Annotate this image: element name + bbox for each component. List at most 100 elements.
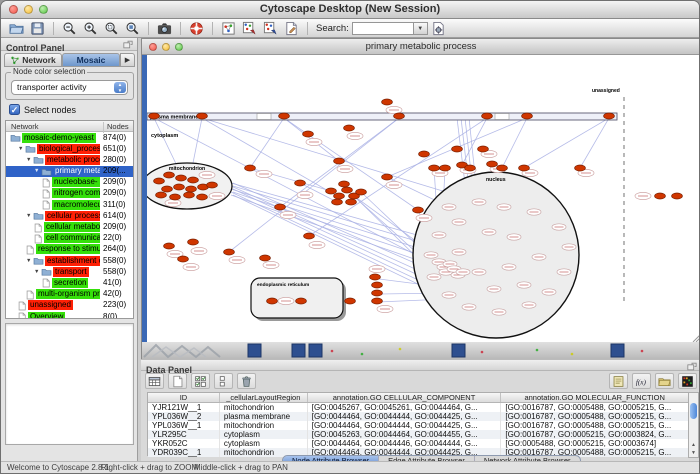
network-window-titlebar[interactable]: primary metabolic process: [142, 39, 700, 55]
tree-row-count: 558(0): [103, 267, 126, 277]
scroll-up-icon[interactable]: ▲: [689, 441, 698, 449]
function-builder-icon[interactable]: f(x): [632, 373, 651, 389]
annotate-selection-icon[interactable]: [260, 20, 281, 37]
expand-arrow-icon[interactable]: ▼: [26, 213, 31, 219]
table-row[interactable]: YLR295Ccytoplasm[GO:0045263, GO:0044464,…: [148, 430, 688, 439]
birds-eye-view[interactable]: [5, 323, 134, 445]
tree-header[interactable]: Network Nodes: [6, 121, 133, 132]
table-scrollbar[interactable]: ▲ ▼: [688, 392, 699, 458]
tab-label: Network: [22, 55, 56, 65]
tree-row-count: 311(0): [103, 200, 126, 210]
network-canvas[interactable]: plasma membranecytoplasmmitochondrionnuc…: [147, 55, 700, 342]
zoom-in-icon[interactable]: [80, 20, 101, 37]
control-panel: Control Panel NetworkMosaic▶ Node color …: [1, 38, 138, 463]
close-button[interactable]: [9, 5, 18, 14]
tree-row-count: 874(0): [103, 133, 126, 143]
tree-row[interactable]: ▼biological_process651(0): [6, 143, 133, 154]
title-bar[interactable]: Cytoscape Desktop (New Session): [1, 1, 699, 19]
tree-row-label: secretion: [52, 278, 88, 288]
select-attributes-icon[interactable]: [191, 373, 210, 389]
save-icon[interactable]: [27, 20, 48, 37]
minimize-button[interactable]: [24, 5, 33, 14]
column-header[interactable]: ID: [148, 393, 220, 402]
scroll-down-icon[interactable]: ▼: [689, 449, 698, 457]
snapshot-icon[interactable]: [154, 20, 175, 37]
node-color-dropdown[interactable]: transporter activity ▲▼: [11, 80, 128, 95]
search-dropdown-icon[interactable]: ▼: [414, 22, 428, 35]
expand-arrow-icon[interactable]: ▼: [34, 269, 39, 275]
tree-row[interactable]: multi-organism pro42(0): [6, 289, 133, 300]
scrollbar-thumb[interactable]: [690, 403, 697, 419]
expand-arrow-icon[interactable]: ▼: [26, 258, 31, 264]
tree-row-count: 22(0): [103, 233, 122, 243]
tree-row[interactable]: ▼primary metabo209(...: [6, 166, 133, 177]
tab-mosaic[interactable]: Mosaic: [62, 53, 120, 67]
table-cell: YDR039C__1: [148, 448, 220, 457]
net-minimize-button[interactable]: [162, 43, 170, 51]
tree-row[interactable]: cellular metabol209(0): [6, 222, 133, 233]
search-settings-icon[interactable]: [428, 20, 449, 37]
tree-row-label: cellular process: [45, 211, 100, 221]
tree-row[interactable]: mosaic-demo-yeast874(0): [6, 132, 133, 143]
tree-row[interactable]: ▼cellular process614(0): [6, 210, 133, 221]
column-header[interactable]: annotation.GO CELLULAR_COMPONENT: [308, 393, 502, 402]
create-attribute-icon[interactable]: [168, 373, 187, 389]
search-input[interactable]: [352, 22, 414, 35]
import-attributes-icon[interactable]: [655, 373, 674, 389]
network-window-title: primary metabolic process: [142, 39, 700, 54]
tree-row[interactable]: secretion41(0): [6, 277, 133, 288]
status-hint-pan: Middle-click + drag to PAN: [194, 463, 288, 472]
table-row[interactable]: YJR121W__1mitochondrion[GO:0045267, GO:0…: [148, 403, 688, 412]
float-panel-icon[interactable]: [123, 40, 133, 49]
tree-row[interactable]: ▼metabolic process280(0): [6, 154, 133, 165]
table-row[interactable]: YKR052Ccytoplasm[GO:0044464, GO:0044446,…: [148, 439, 688, 448]
svg-text:unassigned: unassigned: [592, 88, 620, 94]
tree-row[interactable]: unassigned223(0): [6, 300, 133, 311]
network-overview-icon[interactable]: [218, 20, 239, 37]
tree-row[interactable]: macromolecule311(0): [6, 199, 133, 210]
column-header[interactable]: _cellularLayoutRegion: [220, 393, 308, 402]
dropdown-stepper-icon: ▲▼: [114, 82, 126, 93]
annotate-network-icon[interactable]: [239, 20, 260, 37]
tab-overflow-arrow-icon[interactable]: ▶: [120, 53, 135, 67]
zoom-out-icon[interactable]: [59, 20, 80, 37]
cytoscape-window: Cytoscape Desktop (New Session) Search: …: [0, 0, 700, 474]
select-nodes-label: Select nodes: [24, 105, 76, 115]
tree-row[interactable]: nucleobase-209(0): [6, 177, 133, 188]
zoom-selected-icon[interactable]: [101, 20, 122, 37]
help-icon[interactable]: [186, 20, 207, 37]
float-data-panel-icon[interactable]: [687, 362, 697, 371]
attribute-matrix-icon[interactable]: [678, 373, 697, 389]
open-icon[interactable]: [6, 20, 27, 37]
tree-row[interactable]: Overview8(0): [6, 311, 133, 319]
attribute-table-header[interactable]: ID_cellularLayoutRegionannotation.GO CEL…: [148, 393, 688, 403]
expand-arrow-icon[interactable]: ▼: [26, 157, 31, 163]
table-row[interactable]: YPL036W__1mitochondrion[GO:0044464, GO:0…: [148, 421, 688, 430]
tree-row[interactable]: cell communicat22(0): [6, 233, 133, 244]
tree-row[interactable]: ▼transport558(0): [6, 266, 133, 277]
tab-network[interactable]: Network: [4, 53, 62, 67]
tree-row[interactable]: nitrogen compo209(0): [6, 188, 133, 199]
expand-arrow-icon[interactable]: ▼: [18, 146, 23, 152]
select-nodes-checkbox[interactable]: ✓: [9, 104, 20, 115]
net-zoom-button[interactable]: [175, 43, 183, 51]
tree-row-label: cellular metabol: [44, 222, 100, 232]
column-header[interactable]: annotation.GO MOLECULAR_FUNCTION: [501, 393, 688, 402]
zoom-fit-icon[interactable]: [122, 20, 143, 37]
expand-arrow-icon[interactable]: ▼: [34, 168, 39, 174]
tree-row-count: 651(0): [103, 144, 126, 154]
table-row[interactable]: YPL036W__2plasma membrane[GO:0044464, GO…: [148, 412, 688, 421]
render-strip: [142, 342, 700, 359]
tree-row-count: 209(0): [103, 188, 126, 198]
tree-row[interactable]: ▼establishment of lo558(0): [6, 255, 133, 266]
tree-row[interactable]: response to stimulu264(0): [6, 244, 133, 255]
table-cell: cytoplasm: [220, 430, 308, 439]
status-hint-zoom: Right-click + drag to ZOOM: [101, 463, 198, 472]
notes-icon[interactable]: [609, 373, 628, 389]
zoom-window-button[interactable]: [39, 5, 48, 14]
attribute-table-icon[interactable]: [145, 373, 164, 389]
edit-document-icon[interactable]: [281, 20, 302, 37]
unified-view-icon[interactable]: [214, 373, 233, 389]
net-close-button[interactable]: [149, 43, 157, 51]
delete-attribute-icon[interactable]: [237, 373, 256, 389]
